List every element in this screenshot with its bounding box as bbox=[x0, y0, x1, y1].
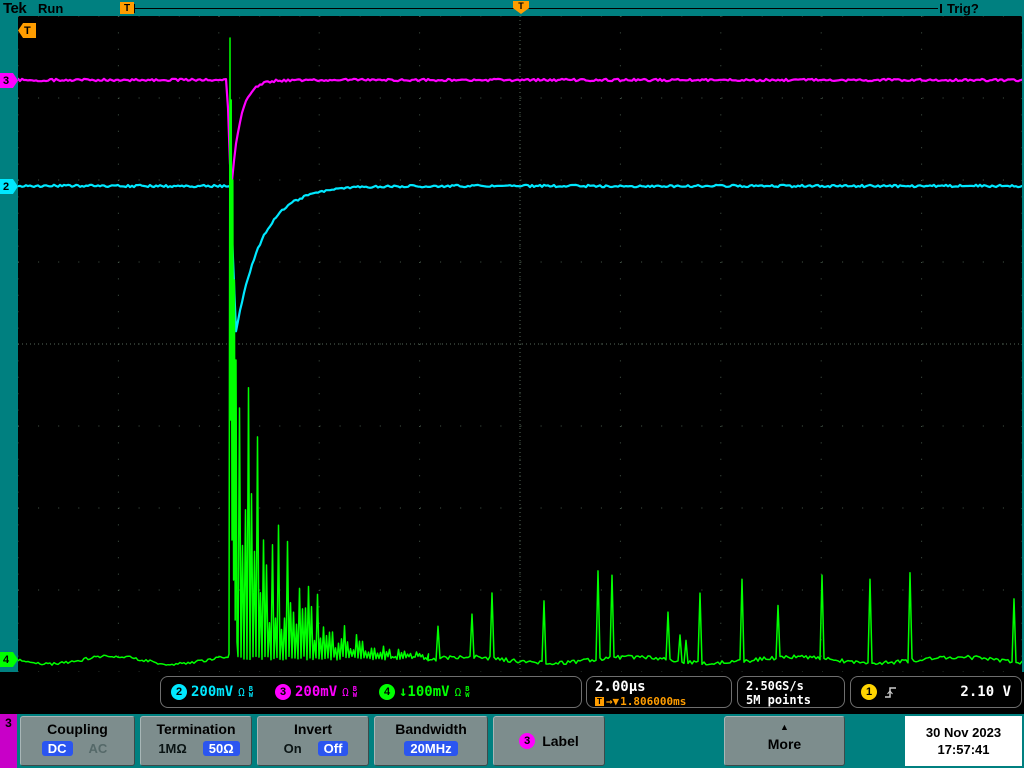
coupling-dc-option[interactable]: DC bbox=[42, 741, 73, 756]
termination-button[interactable]: Termination 1MΩ 50Ω bbox=[140, 716, 252, 766]
ch4-impedance: Ω bbox=[455, 686, 462, 699]
date-text: 30 Nov 2023 bbox=[926, 724, 1001, 741]
ch2-position-marker[interactable]: 2 bbox=[0, 179, 18, 194]
trigger-readout: 1 2.10 V bbox=[850, 676, 1022, 708]
ch3-badge: 3 bbox=[275, 684, 291, 700]
trigger-status: Trig? bbox=[947, 1, 979, 16]
sample-rate: 2.50GS/s bbox=[746, 679, 844, 693]
tek-logo: Tek bbox=[3, 0, 26, 17]
record-trigger-t-icon: T bbox=[120, 2, 134, 14]
ch2-impedance: Ω bbox=[238, 686, 245, 699]
readout-bar: 2 200mV Ω BW 3 200mV Ω BW 4 ↓100mV Ω BW … bbox=[0, 672, 1024, 714]
ch3-impedance: Ω bbox=[342, 686, 349, 699]
bottom-menu: 3 Coupling DC AC Termination 1MΩ 50Ω Inv… bbox=[0, 714, 1024, 768]
termination-1mohm-option[interactable]: 1MΩ bbox=[152, 741, 192, 756]
bandwidth-title: Bandwidth bbox=[375, 721, 487, 737]
invert-title: Invert bbox=[258, 721, 368, 737]
oscilloscope-screen: Tek Run T T Trig? T 3 2 4 2 200mV Ω BW 3… bbox=[0, 0, 1024, 768]
bandwidth-button[interactable]: Bandwidth 20MHz bbox=[374, 716, 488, 766]
ch4-position-marker[interactable]: 4 bbox=[0, 652, 18, 667]
invert-off-option[interactable]: Off bbox=[318, 741, 349, 756]
more-button[interactable]: ▲ More bbox=[724, 716, 845, 766]
menu-channel-tab: 3 bbox=[0, 714, 17, 768]
datetime-display: 30 Nov 2023 17:57:41 bbox=[905, 716, 1022, 766]
ch2-scale: 200mV bbox=[191, 684, 233, 700]
coupling-title: Coupling bbox=[21, 721, 134, 737]
acquisition-readout: 2.50GS/s 5M points bbox=[737, 676, 845, 708]
coupling-ac-option[interactable]: AC bbox=[83, 741, 114, 756]
trigger-position-marker[interactable]: T bbox=[513, 1, 529, 14]
ch4-bw-limit-icon: BW bbox=[465, 686, 469, 698]
channel-readouts: 2 200mV Ω BW 3 200mV Ω BW 4 ↓100mV Ω BW bbox=[160, 676, 582, 708]
record-length: 5M points bbox=[746, 693, 844, 707]
termination-50ohm-option[interactable]: 50Ω bbox=[203, 741, 240, 756]
record-view-bar bbox=[135, 8, 938, 9]
ch4-badge: 4 bbox=[379, 684, 395, 700]
time-text: 17:57:41 bbox=[937, 741, 989, 758]
ch3-bw-limit-icon: BW bbox=[353, 686, 357, 698]
rising-edge-icon bbox=[883, 684, 899, 700]
timebase-scale: 2.00µs bbox=[595, 679, 731, 695]
trigger-level-value: 2.10 V bbox=[960, 684, 1011, 700]
ch4-scale: ↓100mV bbox=[399, 684, 450, 700]
ch3-readout: 3 200mV Ω BW bbox=[275, 684, 357, 700]
up-arrow-icon: ▲ bbox=[725, 722, 844, 732]
termination-title: Termination bbox=[141, 721, 251, 737]
ch4-readout: 4 ↓100mV Ω BW bbox=[379, 684, 469, 700]
record-bar-right-bracket bbox=[936, 4, 942, 13]
bandwidth-20mhz-option[interactable]: 20MHz bbox=[404, 741, 457, 756]
delay-t-icon: T bbox=[595, 697, 604, 706]
ch3-scale: 200mV bbox=[295, 684, 337, 700]
ch2-readout: 2 200mV Ω BW bbox=[171, 684, 253, 700]
invert-button[interactable]: Invert On Off bbox=[257, 716, 369, 766]
waveform-display bbox=[18, 16, 1022, 672]
more-button-text: More bbox=[725, 736, 844, 752]
ch2-badge: 2 bbox=[171, 684, 187, 700]
graticule bbox=[18, 16, 1022, 672]
invert-on-option[interactable]: On bbox=[278, 741, 308, 756]
delay-arrow: →▼ bbox=[606, 695, 619, 708]
trigger-delay-readout: T →▼ 1.806000ms bbox=[595, 695, 731, 708]
trigger-source-badge: 1 bbox=[861, 684, 877, 700]
top-status-bar: Tek Run T T Trig? bbox=[0, 0, 1024, 16]
ch3-position-marker[interactable]: 3 bbox=[0, 73, 18, 88]
coupling-button[interactable]: Coupling DC AC bbox=[20, 716, 135, 766]
label-button[interactable]: 3 Label bbox=[493, 716, 605, 766]
acquisition-status: Run bbox=[38, 1, 63, 16]
label-ch3-badge: 3 bbox=[519, 733, 535, 749]
label-button-text: Label bbox=[542, 733, 579, 749]
horizontal-readout: 2.00µs T →▼ 1.806000ms bbox=[586, 676, 732, 708]
delay-value: 1.806000ms bbox=[620, 695, 686, 708]
ch2-bw-limit-icon: BW bbox=[249, 686, 253, 698]
